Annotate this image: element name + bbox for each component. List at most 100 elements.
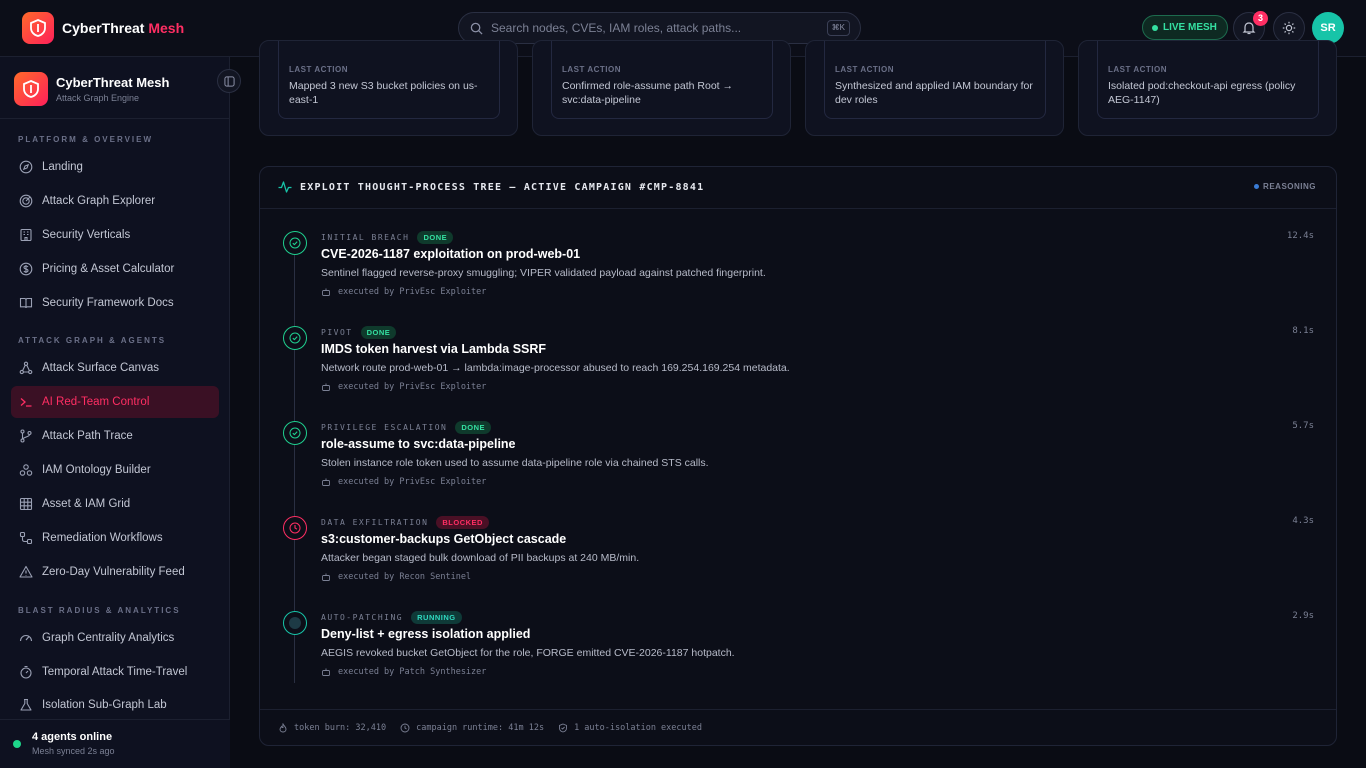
sidebar-item-pricing-calculator[interactable]: Pricing & Asset Calculator — [11, 253, 219, 285]
step-duration: 12.4s — [1286, 231, 1314, 241]
last-action-text: Synthesized and applied IAM boundary for… — [835, 80, 1033, 106]
flask-icon — [20, 699, 32, 712]
last-action-box: LAST ACTION Isolated pod:checkout-api eg… — [1097, 41, 1319, 119]
gauge-icon — [19, 634, 33, 641]
tree-step[interactable]: PRIVILEGE ESCALATION DONE role-assume to … — [260, 421, 1336, 516]
check-circle-icon — [283, 326, 307, 350]
step-description: Sentinel flagged reverse-proxy smuggling… — [321, 267, 766, 279]
sidebar-item-label: Isolation Sub-Graph Lab — [42, 699, 167, 712]
dollar-icon — [19, 262, 33, 276]
sidebar-status-footer: 4 agents online Mesh synced 2s ago — [0, 719, 230, 768]
status-badge: RUNNING — [411, 611, 462, 624]
sidebar-item-label: Attack Surface Canvas — [42, 362, 159, 375]
sidebar-item-attack-path-trace[interactable]: Attack Path Trace — [11, 420, 219, 452]
tree-step[interactable]: DATA EXFILTRATION BLOCKED s3:customer-bac… — [260, 516, 1336, 611]
sidebar-item-label: Zero-Day Vulnerability Feed — [42, 565, 185, 578]
reasoning-status: REASONING — [1254, 182, 1316, 191]
sidebar-item-label: Temporal Attack Time-Travel — [42, 665, 188, 678]
status-badge: DONE — [417, 231, 454, 244]
sidebar-item-label: Pricing & Asset Calculator — [42, 262, 175, 275]
sidebar-nav: PLATFORM & OVERVIEW Landing Attack Graph… — [0, 119, 230, 719]
sidebar-item-label: Attack Graph Explorer — [42, 194, 156, 207]
step-phase: PIVOT DONE — [321, 326, 397, 339]
step-duration: 8.1s — [1292, 326, 1314, 336]
sidebar: CyberThreat Mesh Attack Graph Engine PLA… — [0, 57, 241, 768]
search-icon — [470, 22, 483, 35]
shield-logo-icon — [14, 72, 48, 106]
compass-icon — [19, 160, 33, 174]
exploit-tree-panel: EXPLOIT THOUGHT-PROCESS TREE — ACTIVE CA… — [259, 166, 1337, 746]
step-phase: INITIAL BREACH DONE — [321, 231, 454, 244]
sidebar-item-label: Landing — [42, 161, 83, 173]
clock-icon — [283, 516, 307, 540]
step-executor: executed by Recon Sentinel — [321, 572, 471, 582]
sidebar-item-zero-day-feed[interactable]: Zero-Day Vulnerability Feed — [11, 556, 219, 588]
step-executor: executed by PrivEsc Exploiter — [321, 477, 486, 487]
last-action-label: LAST ACTION — [562, 65, 621, 74]
token-burn-stat: token burn: 32,410 — [278, 723, 386, 733]
sun-icon — [1282, 21, 1296, 35]
sidebar-app-subtitle: Attack Graph Engine — [56, 93, 140, 103]
sidebar-collapse-icon — [223, 75, 235, 87]
sidebar-item-label: Security Framework Docs — [42, 296, 174, 309]
sidebar-item-graph-centrality[interactable]: Graph Centrality Analytics — [11, 622, 219, 654]
clock-icon — [400, 723, 410, 733]
collapse-sidebar-button[interactable] — [217, 69, 241, 93]
last-action-box: LAST ACTION Mapped 3 new S3 bucket polic… — [278, 41, 500, 119]
sidebar-item-isolation-lab[interactable]: Isolation Sub-Graph Lab — [11, 689, 219, 719]
timer-icon — [20, 665, 32, 679]
sidebar-item-label: Asset & IAM Grid — [42, 498, 131, 511]
bot-icon — [322, 668, 330, 676]
auto-isolation-stat: 1 auto-isolation executed — [558, 723, 702, 733]
sidebar-item-framework-docs[interactable]: Security Framework Docs — [11, 287, 219, 319]
shield-logo-icon — [22, 12, 54, 44]
alert-triangle-icon — [19, 565, 33, 578]
step-phase: DATA EXFILTRATION BLOCKED — [321, 516, 489, 529]
sidebar-item-remediation-workflows[interactable]: Remediation Workflows — [11, 522, 219, 554]
sidebar-item-label: Remediation Workflows — [42, 531, 163, 544]
step-duration: 4.3s — [1292, 516, 1314, 526]
sidebar-item-iam-ontology-builder[interactable]: IAM Ontology Builder — [11, 454, 219, 486]
step-description: Network route prod-web-01 → lambda:image… — [321, 362, 790, 374]
agent-card[interactable]: LAST ACTION Mapped 3 new S3 bucket polic… — [259, 40, 518, 136]
sidebar-item-security-verticals[interactable]: Security Verticals — [11, 219, 219, 251]
step-executor: executed by Patch Synthesizer — [321, 667, 486, 677]
nav-section-title: BLAST RADIUS & ANALYTICS — [18, 605, 181, 615]
running-spinner-icon — [283, 611, 307, 635]
bot-icon — [322, 288, 330, 296]
tree-header: EXPLOIT THOUGHT-PROCESS TREE — ACTIVE CA… — [260, 167, 1336, 209]
agent-card[interactable]: LAST ACTION Synthesized and applied IAM … — [805, 40, 1064, 136]
agent-card[interactable]: LAST ACTION Confirmed role-assume path R… — [532, 40, 791, 136]
tree-step[interactable]: PIVOT DONE IMDS token harvest via Lambda … — [260, 326, 1336, 421]
search-shortcut: ⌘K — [826, 20, 850, 36]
bot-icon — [322, 573, 330, 581]
step-description: Attacker began staged bulk download of P… — [321, 552, 640, 564]
sidebar-item-asset-iam-grid[interactable]: Asset & IAM Grid — [11, 488, 219, 520]
sidebar-item-temporal-time-travel[interactable]: Temporal Attack Time-Travel — [11, 656, 219, 688]
sidebar-item-ai-red-team-control[interactable]: AI Red-Team Control — [11, 386, 219, 419]
live-mesh-badge[interactable]: LIVE MESH — [1142, 15, 1228, 40]
step-duration: 5.7s — [1292, 421, 1314, 431]
grid-icon — [19, 497, 33, 511]
step-title: CVE-2026-1187 exploitation on prod-web-0… — [321, 247, 581, 261]
sidebar-item-attack-graph-explorer[interactable]: Attack Graph Explorer — [11, 185, 219, 217]
sidebar-item-attack-surface-canvas[interactable]: Attack Surface Canvas — [11, 352, 219, 384]
check-circle-icon — [283, 231, 307, 255]
check-circle-icon — [283, 421, 307, 445]
notification-count-badge: 3 — [1253, 11, 1268, 26]
search-input[interactable] — [491, 13, 821, 43]
tree-title: EXPLOIT THOUGHT-PROCESS TREE — ACTIVE CA… — [300, 182, 705, 193]
network-icon — [19, 362, 33, 375]
tree-step[interactable]: AUTO-PATCHING RUNNING Deny-list + egress … — [260, 611, 1336, 706]
sidebar-item-label: IAM Ontology Builder — [42, 464, 151, 477]
tree-step[interactable]: INITIAL BREACH DONE CVE-2026-1187 exploit… — [260, 231, 1336, 326]
step-phase: PRIVILEGE ESCALATION DONE — [321, 421, 491, 434]
agent-card[interactable]: LAST ACTION Isolated pod:checkout-api eg… — [1078, 40, 1337, 136]
step-title: role-assume to svc:data-pipeline — [321, 437, 516, 451]
git-branch-icon — [20, 429, 32, 443]
sidebar-item-landing[interactable]: Landing — [11, 151, 219, 183]
sidebar-item-label: AI Red-Team Control — [42, 396, 150, 409]
bot-icon — [322, 383, 330, 391]
campaign-runtime-stat: campaign runtime: 41m 12s — [400, 723, 544, 733]
brand[interactable]: CyberThreat Mesh — [22, 12, 184, 44]
